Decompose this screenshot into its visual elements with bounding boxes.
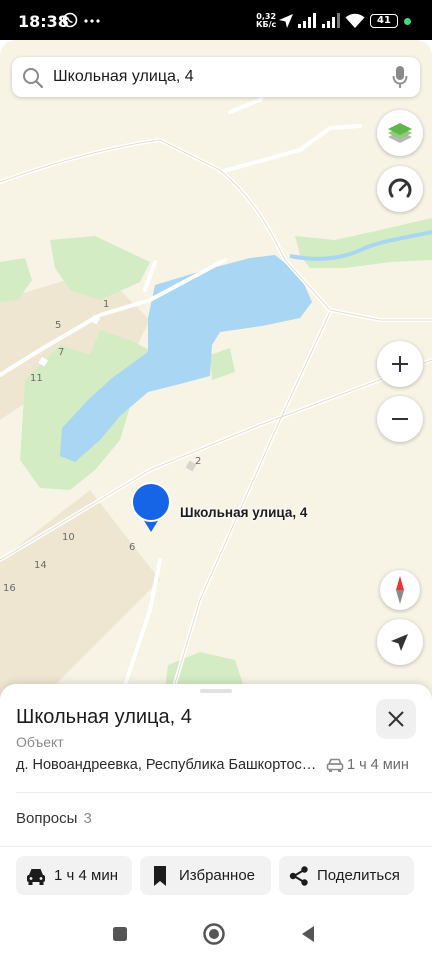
car-icon [326, 758, 344, 772]
location-arrow-icon [279, 14, 293, 28]
my-location-button[interactable] [377, 619, 423, 665]
zoom-out-button[interactable] [377, 396, 423, 442]
questions-count: 3 [83, 810, 92, 827]
share-button-label: Поделиться [317, 867, 400, 884]
network-speed-unit: КБ/с [256, 20, 277, 29]
divider [16, 792, 432, 793]
status-bar: 18:38 0,32 КБ/с 41 [0, 0, 432, 40]
map-speed-control-button[interactable] [377, 166, 423, 212]
place-address[interactable]: д. Новоандреевка, Республика Башкортоста… [16, 757, 321, 773]
microphone-icon[interactable] [392, 65, 408, 89]
favorites-button-label: Избранное [179, 867, 256, 884]
network-speed: 0,32 КБ/с [256, 13, 276, 29]
compass-button[interactable] [380, 570, 420, 610]
search-bar[interactable]: Школьная улица, 4 [12, 57, 420, 97]
house-number: 7 [58, 347, 65, 358]
house-number: 6 [129, 542, 136, 553]
location-pin-icon[interactable] [131, 482, 171, 532]
layers-icon [388, 123, 412, 143]
house-number: 10 [62, 532, 75, 543]
favorites-button[interactable]: Избранное [140, 856, 271, 895]
map-view[interactable]: 1 5 7 11 2 10 6 14 16 [0, 40, 432, 700]
place-eta: 1 ч 4 мин [347, 757, 409, 773]
signal-2-icon [322, 13, 340, 28]
share-button[interactable]: Поделиться [279, 856, 414, 895]
compass-icon [396, 576, 404, 604]
search-icon [23, 68, 44, 89]
close-icon [388, 711, 404, 727]
questions-row[interactable]: Вопросы 3 [16, 810, 92, 827]
wifi-icon [345, 13, 365, 28]
house-number: 14 [34, 560, 47, 571]
battery-indicator: 41 [370, 14, 398, 28]
zoom-in-button[interactable] [377, 341, 423, 387]
place-title: Школьная улица, 4 [16, 706, 192, 728]
more-dots-icon [84, 19, 100, 23]
share-icon [289, 866, 308, 886]
map-layers-button[interactable] [377, 110, 423, 156]
divider [0, 846, 432, 847]
car-icon [27, 869, 45, 885]
whatsapp-icon [62, 12, 78, 28]
map-canvas[interactable] [0, 40, 432, 700]
signal-1-icon [298, 13, 316, 28]
place-type: Объект [16, 734, 64, 750]
system-navigation-bar [0, 912, 432, 960]
minus-icon [392, 418, 408, 420]
recent-apps-icon[interactable] [110, 924, 130, 944]
back-icon[interactable] [298, 924, 318, 944]
home-icon[interactable] [202, 922, 226, 946]
house-number: 1 [103, 299, 110, 310]
close-button[interactable] [376, 699, 416, 739]
house-number: 2 [195, 456, 202, 467]
questions-label: Вопросы [16, 810, 78, 827]
route-button[interactable]: 1 ч 4 мин [16, 856, 132, 895]
route-button-label: 1 ч 4 мин [54, 867, 118, 884]
navigation-arrow-icon [391, 634, 408, 651]
speedometer-icon [388, 178, 412, 198]
house-number: 11 [30, 373, 43, 384]
plus-icon [392, 356, 408, 372]
house-number: 5 [55, 320, 62, 331]
charging-dot [404, 18, 411, 25]
pin-label: Школьная улица, 4 [180, 505, 308, 520]
place-card: Школьная улица, 4 Объект д. Новоандреевк… [0, 684, 432, 912]
sheet-grabber[interactable] [200, 689, 232, 693]
search-input[interactable]: Школьная улица, 4 [53, 68, 194, 86]
house-number: 16 [3, 583, 16, 594]
bookmark-icon [154, 866, 166, 886]
